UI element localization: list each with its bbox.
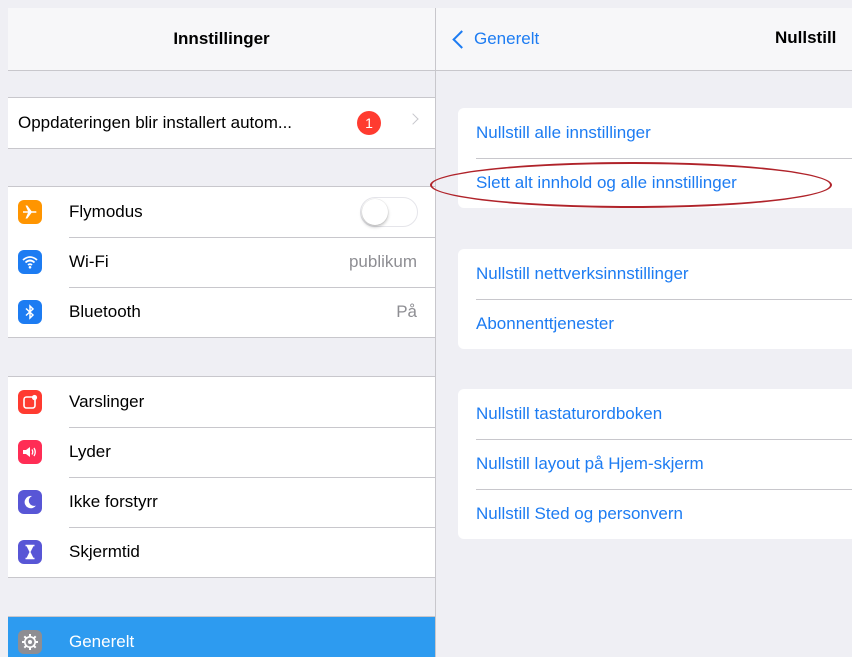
sidebar-item-label: Skjermtid <box>69 542 140 561</box>
sidebar-item-wifi[interactable]: Wi-Fi publikum <box>8 237 435 287</box>
settings-screen: Innstillinger Oppdateringen blir install… <box>0 0 852 657</box>
reset-option-label: Nullstill Sted og personvern <box>476 504 683 523</box>
reset-option-label: Nullstill alle innstillinger <box>476 123 651 142</box>
update-group: Oppdateringen blir installert autom... 1 <box>8 97 435 149</box>
sidebar-item-general[interactable]: Generelt <box>8 617 435 657</box>
software-update-label: Oppdateringen blir installert autom... <box>18 113 293 132</box>
sidebar-nav-bar: Innstillinger <box>8 8 435 71</box>
settings-sidebar: Innstillinger Oppdateringen blir install… <box>8 8 435 657</box>
sidebar-item-label: Wi-Fi <box>69 252 109 271</box>
subscriber-services-button[interactable]: Abonnenttjenester <box>458 299 852 349</box>
back-button[interactable]: Generelt <box>450 26 539 52</box>
sidebar-item-notifications[interactable]: Varslinger <box>8 377 435 427</box>
reset-option-label: Nullstill nettverksinnstillinger <box>476 264 689 283</box>
sidebar-item-screen-time[interactable]: Skjermtid <box>8 527 435 577</box>
reset-location-privacy-button[interactable]: Nullstill Sted og personvern <box>458 489 852 539</box>
general-group: Generelt <box>8 616 435 657</box>
reset-network-settings-button[interactable]: Nullstill nettverksinnstillinger <box>458 249 852 299</box>
reset-home-screen-layout-button[interactable]: Nullstill layout på Hjem-skjerm <box>458 439 852 489</box>
bluetooth-icon <box>18 300 42 324</box>
sidebar-item-bluetooth[interactable]: Bluetooth På <box>8 287 435 337</box>
reset-group-1: Nullstill alle innstillinger Slett alt i… <box>458 108 852 208</box>
reset-group-2: Nullstill nettverksinnstillinger Abonnen… <box>458 249 852 349</box>
sidebar-item-label: Ikke forstyrr <box>69 492 158 511</box>
sidebar-item-label: Generelt <box>69 632 135 651</box>
software-update-row[interactable]: Oppdateringen blir installert autom... 1 <box>8 98 435 148</box>
sidebar-item-do-not-disturb[interactable]: Ikke forstyrr <box>8 477 435 527</box>
toggle-knob <box>362 199 388 225</box>
airplane-icon <box>18 200 42 224</box>
hourglass-icon <box>18 540 42 564</box>
gear-icon <box>18 630 42 654</box>
connectivity-group: Flymodus Wi-Fi publikum Bluetooth På <box>8 186 435 338</box>
update-badge: 1 <box>357 111 381 135</box>
chevron-left-icon <box>452 29 471 49</box>
reset-option-label: Nullstill tastaturordboken <box>476 404 663 423</box>
sidebar-title: Innstillinger <box>173 29 270 48</box>
moon-icon <box>18 490 42 514</box>
sounds-icon <box>18 440 42 464</box>
sidebar-item-label: Lyder <box>69 442 111 461</box>
notifications-group: Varslinger Lyder Ikke forstyrr Skjermtid <box>8 376 435 578</box>
wifi-icon <box>18 250 42 274</box>
notifications-icon <box>18 390 42 414</box>
reset-option-label: Abonnenttjenester <box>476 314 614 333</box>
reset-detail-pane: Generelt Nullstill Nullstill alle innsti… <box>436 8 852 657</box>
sidebar-item-airplane-mode[interactable]: Flymodus <box>8 187 435 237</box>
sidebar-item-label: Flymodus <box>69 202 143 221</box>
erase-all-content-button[interactable]: Slett alt innhold og alle innstillinger <box>458 158 852 208</box>
reset-option-label: Slett alt innhold og alle innstillinger <box>476 173 737 192</box>
page-title: Nullstill <box>775 28 837 47</box>
wifi-network-value: publikum <box>348 252 417 271</box>
sidebar-item-label: Varslinger <box>69 392 145 411</box>
sidebar-item-sounds[interactable]: Lyder <box>8 427 435 477</box>
detail-nav-bar: Generelt Nullstill <box>436 8 852 71</box>
reset-keyboard-dictionary-button[interactable]: Nullstill tastaturordboken <box>458 389 852 439</box>
bluetooth-status-value: På <box>396 302 417 321</box>
back-button-label: Generelt <box>474 29 540 48</box>
sidebar-item-label: Bluetooth <box>69 302 141 321</box>
reset-group-3: Nullstill tastaturordboken Nullstill lay… <box>458 389 852 539</box>
reset-option-label: Nullstill layout på Hjem-skjerm <box>476 454 704 473</box>
reset-all-settings-button[interactable]: Nullstill alle innstillinger <box>458 108 852 158</box>
airplane-mode-toggle[interactable] <box>360 197 418 227</box>
chevron-right-icon <box>407 113 419 125</box>
